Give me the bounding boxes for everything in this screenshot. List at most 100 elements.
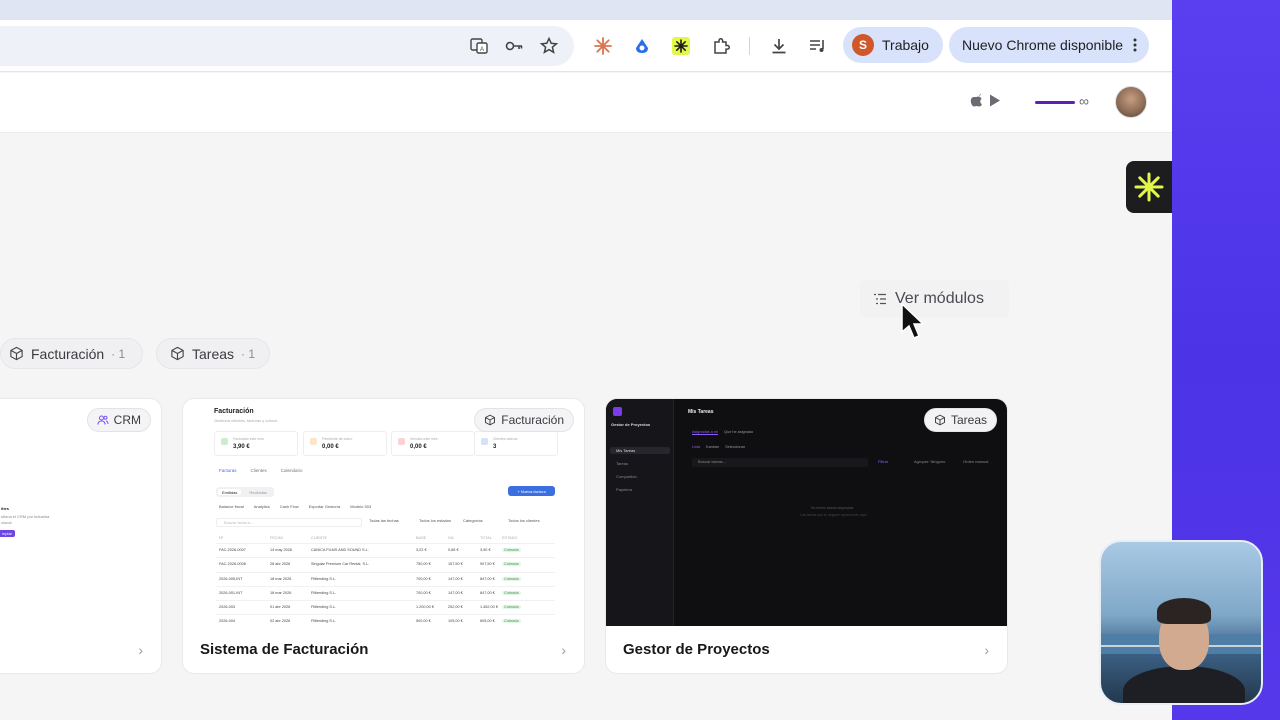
password-key-icon[interactable] bbox=[500, 32, 528, 60]
table-cell: Cobrada bbox=[502, 605, 521, 610]
table-cell: 147,00 € bbox=[448, 576, 463, 581]
update-chrome-button[interactable]: Nuevo Chrome disponible bbox=[949, 27, 1150, 63]
extension-blue-icon[interactable] bbox=[628, 32, 656, 60]
table-cell: 105,00 € bbox=[448, 619, 463, 624]
thumb-nav-item: Tareas bbox=[616, 461, 629, 466]
thumb-segment-item: Emitidas bbox=[218, 489, 242, 495]
module-card-proyectos[interactable]: Gestor de Proyectos Mis Tareas Tareas Co… bbox=[605, 398, 1008, 674]
thumb-action: Exportar Gestoría bbox=[308, 504, 341, 509]
asterisk-widget-icon bbox=[1134, 172, 1164, 202]
thumb-filter: Categorías bbox=[463, 518, 483, 523]
module-badge: Facturación bbox=[474, 408, 574, 432]
thumb-filter: Todos los estados bbox=[419, 518, 452, 523]
thumb-segment: Emitidas Recibidas bbox=[216, 487, 274, 497]
thumb-empty-text: Las tareas que te asignen aparecerán aqu… bbox=[800, 513, 867, 517]
table-cell: Cobrada bbox=[502, 562, 521, 567]
thumb-filter: Todas las fechas bbox=[369, 518, 399, 523]
google-play-icon[interactable] bbox=[989, 94, 1001, 107]
extensions-puzzle-icon[interactable] bbox=[707, 32, 735, 60]
thumb-tab: Facturas bbox=[219, 468, 237, 473]
stat-value: 0,00 € bbox=[410, 444, 427, 450]
download-icon[interactable] bbox=[765, 32, 793, 60]
thumb-nav-item: Papelera bbox=[616, 487, 633, 492]
list-icon bbox=[874, 293, 886, 305]
table-cell: Flitlending S.L. bbox=[311, 619, 337, 624]
table-cell: 605,00 € bbox=[480, 619, 495, 624]
extension-asterisk-icon[interactable] bbox=[667, 32, 695, 60]
module-card-facturacion[interactable]: Facturación Gestiona clientes, facturas … bbox=[182, 398, 585, 674]
module-badge-label: CRM bbox=[113, 413, 141, 427]
stat-label: Vencido este mes bbox=[410, 437, 438, 441]
thumb-stat: Vencido este mes 0,00 € bbox=[391, 431, 475, 456]
webcam-overlay bbox=[1099, 540, 1263, 705]
thumb-subtitle: Gestiona clientes, facturas y cobros bbox=[214, 418, 278, 423]
chevron-right-icon: › bbox=[984, 642, 989, 658]
profile-button[interactable]: S Trabajo bbox=[843, 27, 943, 63]
thumb-sidebar: Gestor de Proyectos Mis Tareas Tareas Co… bbox=[606, 399, 674, 626]
thumb-tabs: Facturas Clientes Calendario bbox=[219, 468, 303, 473]
thumb-stat: Pendiente de cobro 0,00 € bbox=[303, 431, 387, 456]
thumb-actions: Balance fiscal Analytics Cash Flow Expor… bbox=[219, 504, 371, 509]
extension-claude-icon[interactable] bbox=[589, 32, 617, 60]
thumb-subtab: Seleccionar bbox=[725, 445, 745, 449]
stat-icon bbox=[398, 438, 405, 445]
module-badge: Tareas bbox=[923, 408, 997, 432]
asterisk-widget[interactable] bbox=[1126, 161, 1172, 213]
table-cell: Flitlending S.L. bbox=[311, 576, 337, 581]
user-avatar[interactable] bbox=[1115, 86, 1147, 118]
card-thumbnail: ities stiona el CRM por industria cional… bbox=[0, 399, 161, 626]
thumb-tab: Que he asignado bbox=[724, 430, 754, 434]
table-cell: FAC-2026-0008 bbox=[219, 562, 246, 567]
apple-icon[interactable] bbox=[970, 93, 983, 107]
profile-avatar: S bbox=[852, 34, 874, 56]
card-thumbnail: Gestor de Proyectos Mis Tareas Tareas Co… bbox=[606, 399, 1007, 626]
column-header: CLIENTE bbox=[311, 536, 328, 540]
filter-chip-label: Facturación bbox=[31, 345, 105, 362]
bookmark-star-icon[interactable] bbox=[535, 32, 563, 60]
table-cell: Cobrada bbox=[502, 576, 521, 581]
table-row: 2026-001-INT 18 mar 2026 Flitlending S.L. 7… bbox=[216, 587, 555, 602]
module-card-crm[interactable]: ities stiona el CRM por industria cional… bbox=[0, 398, 162, 674]
translate-icon[interactable]: A bbox=[465, 32, 493, 60]
table-cell: FAC-2026-0007 bbox=[219, 548, 246, 552]
module-badge: CRM bbox=[86, 408, 151, 432]
table-cell: CANICA FILMS AND SOUND S.L. bbox=[311, 548, 369, 552]
column-header: Nº bbox=[219, 536, 224, 540]
module-badge-label: Facturación bbox=[501, 413, 564, 427]
more-vert-icon[interactable] bbox=[1133, 38, 1137, 52]
table-cell: 1.200,00 € bbox=[416, 605, 434, 610]
crm-thumb-button: mpiar bbox=[0, 530, 16, 537]
table-cell: 28 abr 2026 bbox=[270, 562, 291, 567]
infinity-label: ∞ bbox=[1079, 93, 1089, 109]
thumb-search: Buscar factura... bbox=[216, 518, 362, 527]
filter-chip-facturacion[interactable]: Facturación · 1 bbox=[0, 338, 143, 369]
app-header: ∞ bbox=[0, 73, 1172, 133]
table-cell: 18 mar 2026 bbox=[270, 590, 292, 595]
table-body: FAC-2026-0007 14 may 2026 CANICA FILMS AND… bbox=[216, 544, 555, 626]
crm-thumb-text: stiona el CRM por industria bbox=[1, 514, 50, 519]
cube-icon bbox=[10, 346, 23, 361]
filter-chip-tareas[interactable]: Tareas · 1 bbox=[156, 338, 270, 369]
cube-icon bbox=[934, 414, 945, 426]
browser-toolbar: A S Trabajo Nuevo Chrome disponible bbox=[0, 20, 1172, 72]
module-badge-label: Tareas bbox=[950, 413, 987, 427]
filter-chip-label: Tareas bbox=[192, 345, 235, 362]
thumb-stat: Facturado este mes 3,90 € bbox=[214, 431, 298, 456]
column-header: ESTADO bbox=[502, 536, 518, 540]
ver-modulos-button[interactable]: Ver módulos bbox=[860, 280, 1009, 318]
media-controls-icon[interactable] bbox=[804, 32, 832, 60]
thumb-action: Balance fiscal bbox=[219, 504, 244, 509]
chevron-right-icon: › bbox=[138, 642, 143, 658]
column-header: TOTAL bbox=[480, 536, 492, 540]
users-icon bbox=[97, 415, 109, 425]
card-title: Gestor de Proyectos bbox=[623, 641, 770, 658]
table-cell: 3,90 € bbox=[480, 548, 491, 552]
stat-label: Pendiente de cobro bbox=[322, 437, 353, 441]
column-header: FECHA bbox=[270, 536, 283, 540]
update-label: Nuevo Chrome disponible bbox=[962, 37, 1124, 53]
thumb-invoice-table: Nº FECHA CLIENTE BASE IVA TOTAL ESTADO F… bbox=[216, 535, 555, 626]
table-cell: 847,00 € bbox=[480, 590, 495, 595]
thumb-segment-item: Recibidas bbox=[249, 490, 267, 495]
table-cell: Flitlending S.L. bbox=[311, 605, 337, 610]
table-cell: 01 abr 2026 bbox=[270, 605, 291, 610]
